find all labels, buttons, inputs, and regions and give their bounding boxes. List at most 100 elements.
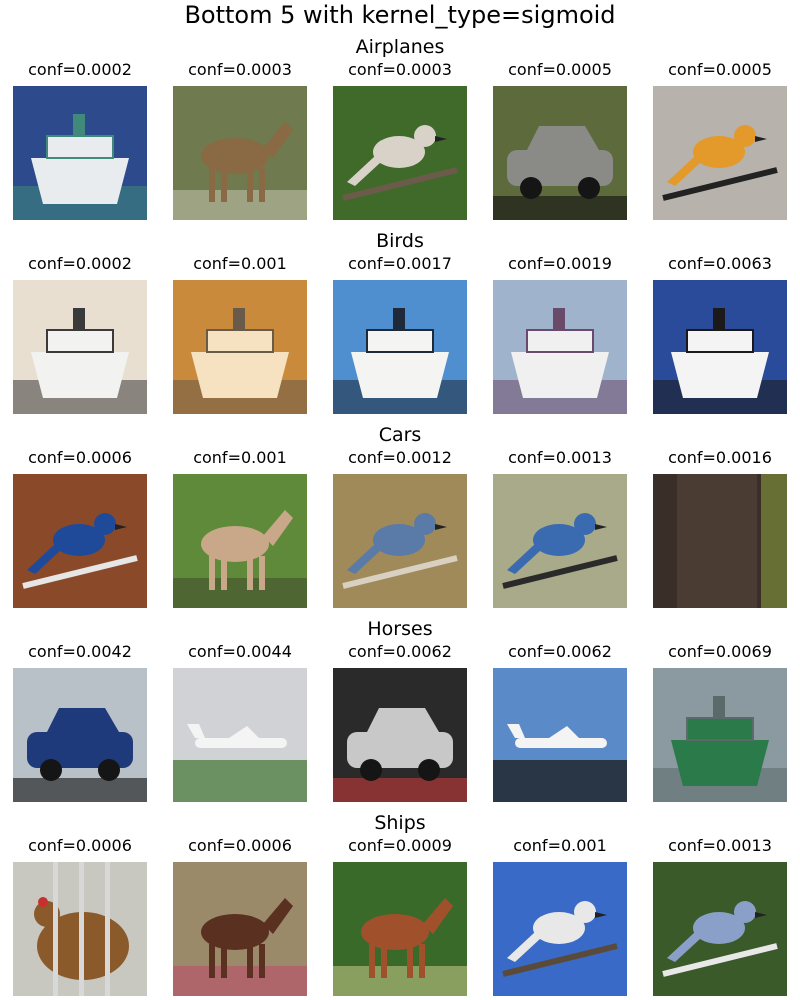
row-title: Cars: [378, 424, 422, 446]
leg-shape: [381, 944, 387, 978]
confidence-label: conf=0.0006: [28, 448, 132, 467]
horse-icon: [333, 862, 467, 996]
ground-area: [173, 190, 307, 220]
trunk-shape: [677, 474, 757, 608]
leg-shape: [247, 168, 253, 202]
car-icon: [333, 668, 467, 802]
head-shape: [414, 125, 436, 147]
ground-area: [493, 760, 627, 802]
head-shape: [414, 513, 436, 535]
bird-icon: [13, 474, 147, 608]
ship-thumbnail: [13, 86, 147, 220]
confidence-label: conf=0.0003: [188, 60, 292, 79]
confidence-label: conf=0.0005: [508, 60, 612, 79]
bird-icon: [653, 86, 787, 220]
bird-icon: [493, 474, 627, 608]
row-title: Horses: [367, 618, 433, 640]
leg-shape: [221, 944, 227, 978]
wheel-shape: [520, 177, 542, 199]
confidence-label: conf=0.0062: [348, 642, 452, 661]
confidence-label: conf=0.001: [193, 448, 287, 467]
funnel-shape: [713, 696, 725, 718]
confidence-label: conf=0.0002: [28, 60, 132, 79]
funnel-shape: [713, 308, 725, 330]
bird-thumbnail: [333, 474, 467, 608]
bird-icon: [333, 474, 467, 608]
funnel-shape: [553, 308, 565, 330]
bird-thumbnail: [653, 862, 787, 996]
leg-shape: [259, 944, 265, 978]
hull-shape: [191, 352, 289, 398]
bird-thumbnail: [493, 474, 627, 608]
horse-thumbnail: [333, 862, 467, 996]
ship-thumbnail: [653, 280, 787, 414]
leg-shape: [209, 556, 215, 590]
figure-title: Bottom 5 with kernel_type=sigmoid: [184, 1, 616, 29]
deck-shape: [686, 329, 754, 353]
head-shape: [574, 901, 596, 923]
bird-thumbnail: [653, 86, 787, 220]
confidence-label: conf=0.0012: [348, 448, 452, 467]
car-thumbnail: [493, 86, 627, 220]
road-area: [333, 778, 467, 802]
row-title: Airplanes: [355, 36, 445, 58]
funnel-shape: [393, 308, 405, 330]
wheel-shape: [40, 759, 62, 781]
ship-icon: [13, 86, 147, 220]
bird-thumbnail: [493, 862, 627, 996]
horse-icon: [173, 474, 307, 608]
confidence-label: conf=0.0013: [508, 448, 612, 467]
head-shape: [94, 513, 116, 535]
row-title: Ships: [374, 812, 426, 834]
funnel-shape: [73, 114, 85, 136]
horse-thumbnail: [173, 474, 307, 608]
bird-icon: [333, 86, 467, 220]
wheel-shape: [98, 759, 120, 781]
row-title: Birds: [376, 230, 424, 252]
confidence-label: conf=0.001: [513, 836, 607, 855]
confidence-label: conf=0.0016: [668, 448, 772, 467]
ship-thumbnail: [13, 280, 147, 414]
hull-shape: [671, 740, 769, 786]
road-area: [13, 778, 147, 802]
hull-shape: [31, 158, 129, 204]
deck-shape: [46, 329, 114, 353]
leg-shape: [247, 556, 253, 590]
tree-thumbnail: [653, 474, 787, 608]
deck-shape: [366, 329, 434, 353]
hull-shape: [31, 352, 129, 398]
wheel-shape: [418, 759, 440, 781]
head-shape: [734, 125, 756, 147]
ship-icon: [653, 668, 787, 802]
car-icon: [493, 86, 627, 220]
confidence-label: conf=0.0003: [348, 60, 452, 79]
ship-thumbnail: [493, 280, 627, 414]
confidence-label: conf=0.0002: [28, 254, 132, 273]
confidence-label: conf=0.0019: [508, 254, 612, 273]
horse-thumbnail: [173, 862, 307, 996]
hull-shape: [671, 352, 769, 398]
deck-shape: [46, 135, 114, 159]
cage-bar: [105, 862, 110, 996]
leg-shape: [221, 168, 227, 202]
chicken-thumbnail: [13, 862, 147, 996]
comb-shape: [38, 897, 48, 907]
airplane-icon: [493, 668, 627, 802]
airplane-thumbnail: [493, 668, 627, 802]
cage-bar: [79, 862, 84, 996]
funnel-shape: [233, 308, 245, 330]
bird-thumbnail: [13, 474, 147, 608]
confidence-label: conf=0.0006: [28, 836, 132, 855]
confidence-label: conf=0.0069: [668, 642, 772, 661]
car-thumbnail: [333, 668, 467, 802]
leg-shape: [369, 944, 375, 978]
deck-shape: [686, 717, 754, 741]
deck-shape: [206, 329, 274, 353]
ship-thumbnail: [333, 280, 467, 414]
ground-area: [333, 966, 467, 996]
head-shape: [574, 513, 596, 535]
horse-icon: [173, 86, 307, 220]
hull-shape: [511, 352, 609, 398]
ship-icon: [333, 280, 467, 414]
ship-thumbnail: [653, 668, 787, 802]
